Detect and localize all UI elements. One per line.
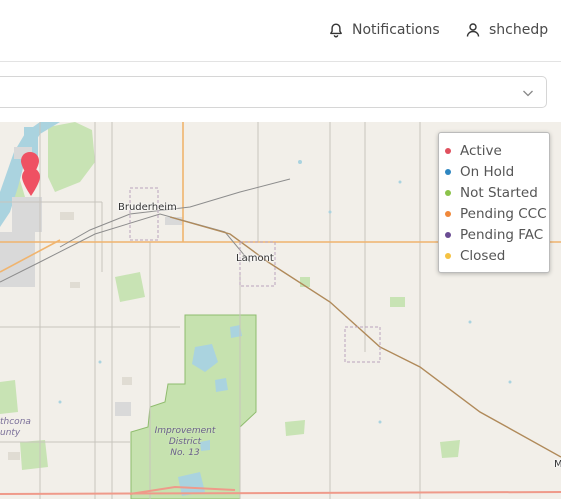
- legend-dot: [445, 252, 451, 259]
- legend-label: On Hold: [460, 163, 515, 180]
- project-marker[interactable]: [21, 168, 41, 201]
- user-icon: [465, 22, 481, 38]
- park-label: Improvement District No. 13: [154, 426, 216, 458]
- notifications-link[interactable]: Notifications: [328, 19, 440, 41]
- legend-item-on-hold: On Hold: [445, 161, 549, 182]
- legend-label: Pending FAC: [460, 226, 544, 243]
- filter-select[interactable]: [0, 76, 547, 108]
- legend-dot: [445, 168, 451, 175]
- status-legend: Active On Hold Not Started Pending CCC P…: [438, 132, 550, 273]
- legend-item-pending-ccc: Pending CCC: [445, 203, 549, 224]
- legend-item-pending-fac: Pending FAC: [445, 224, 549, 245]
- legend-label: Closed: [460, 247, 506, 264]
- bell-icon: [328, 22, 344, 38]
- place-label-edge: M: [554, 459, 561, 470]
- legend-label: Pending CCC: [460, 205, 547, 222]
- legend-dot: [445, 210, 451, 217]
- legend-dot: [445, 189, 451, 196]
- username-label: shchedp: [489, 22, 549, 38]
- chevron-down-icon: [522, 86, 534, 104]
- filter-bar: [0, 76, 561, 109]
- legend-item-not-started: Not Started: [445, 182, 549, 203]
- top-navbar: Notifications shchedp: [0, 0, 561, 62]
- legend-item-active: Active: [445, 140, 549, 161]
- legend-label: Active: [460, 142, 502, 159]
- legend-dot: [445, 147, 451, 154]
- county-label: thcona unty: [0, 417, 31, 438]
- place-label-lamont: Lamont: [236, 253, 274, 264]
- place-label-bruderheim: Bruderheim: [118, 202, 177, 213]
- notifications-label: Notifications: [352, 22, 440, 38]
- legend-dot: [445, 231, 451, 238]
- user-menu[interactable]: shchedp: [465, 19, 548, 41]
- legend-item-closed: Closed: [445, 245, 549, 266]
- legend-label: Not Started: [460, 184, 538, 201]
